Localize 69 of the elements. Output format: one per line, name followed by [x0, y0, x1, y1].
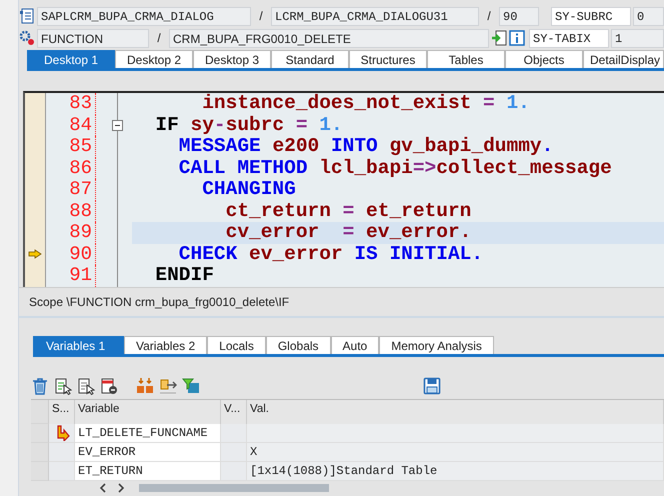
line-number: 86: [46, 158, 96, 179]
system-field-name: SY-TABIX: [529, 28, 609, 48]
tab[interactable]: Auto: [330, 336, 380, 354]
tab[interactable]: Desktop 3: [193, 50, 271, 68]
tab[interactable]: Structures: [349, 50, 427, 68]
tab[interactable]: DetailDisplay: [583, 50, 664, 68]
code-line: MESSAGE e200 INTO gv_bapi_dummy.: [178, 136, 554, 158]
scope-text: Scope \FUNCTION crm_bupa_frg0010_delete\IF: [29, 295, 290, 309]
line-number: 87: [46, 179, 96, 200]
code-line: CHECK ev_error IS INITIAL.: [178, 244, 484, 265]
event-field: CRM_BUPA_FRG0010_DELETE: [169, 28, 489, 48]
line-number: 88: [46, 200, 96, 222]
separator-text: /: [156, 31, 162, 45]
tab[interactable]: Desktop 2: [115, 50, 193, 68]
document-pointer-icon[interactable]: [77, 377, 95, 395]
event-type-field: FUNCTION: [37, 28, 149, 48]
code-line: instance_does_not_exist = 1.: [201, 93, 531, 114]
tab[interactable]: Globals: [266, 336, 331, 354]
line-number: 90: [46, 244, 96, 265]
code-line: IF sy-subrc = 1.: [154, 114, 344, 136]
table-header: [31, 400, 49, 424]
code-line: CHANGING: [201, 179, 297, 200]
column-header[interactable]: Val.: [247, 400, 664, 424]
document-pointer-icon[interactable]: [54, 377, 72, 395]
line-number: 84: [46, 114, 96, 136]
list-icon[interactable]: [19, 8, 35, 24]
system-field-name: SY-SUBRC: [551, 6, 631, 26]
table-cell: [221, 424, 247, 443]
tab[interactable]: Locals: [207, 336, 266, 354]
separator-text: /: [258, 9, 264, 23]
column-header[interactable]: Variable: [75, 400, 221, 424]
scroll-thumb[interactable]: [139, 484, 329, 492]
line-number: 83: [46, 93, 96, 114]
line-number: 89: [46, 222, 96, 244]
table-cell: [221, 462, 247, 481]
grid-arrows-icon[interactable]: [136, 377, 154, 395]
trash-icon[interactable]: [31, 377, 49, 395]
include-field: LCRM_BUPA_CRMA_DIALOGU31: [271, 6, 479, 26]
line-number: 85: [46, 136, 96, 158]
table-cell: [1x14(1088)]Standard Table: [247, 462, 664, 481]
tab[interactable]: Desktop 1: [27, 50, 115, 68]
collapse-icon[interactable]: [112, 120, 122, 131]
tab[interactable]: Memory Analysis: [379, 336, 494, 354]
table-cell: [221, 443, 247, 462]
code-line: CALL METHOD lcl_bapi=>collect_message: [178, 158, 613, 179]
filter-icon[interactable]: [182, 377, 200, 395]
gear-icon[interactable]: [19, 30, 35, 46]
tab[interactable]: Variables 1: [33, 336, 124, 354]
column-header[interactable]: V...: [221, 400, 247, 424]
save-icon[interactable]: [423, 377, 441, 395]
system-field-value: 0: [633, 6, 664, 26]
tab[interactable]: Objects: [505, 50, 583, 68]
system-field-value: 1: [611, 28, 664, 48]
tab[interactable]: Tables: [427, 50, 505, 68]
program-field: SAPLCRM_BUPA_CRMA_DIALOG: [37, 6, 251, 26]
table-cell: ET_RETURN: [75, 462, 221, 481]
code-line: ct_return = et_return: [224, 200, 472, 222]
document-arrow-icon[interactable]: [491, 30, 507, 46]
separator-text: /: [486, 9, 492, 23]
document-minus-icon[interactable]: [100, 377, 118, 395]
tab[interactable]: Variables 2: [124, 336, 208, 354]
code-editor[interactable]: [23, 91, 664, 287]
table-cell: EV_ERROR: [75, 443, 221, 462]
code-line: ENDIF: [154, 265, 215, 286]
tab[interactable]: Standard: [271, 50, 349, 68]
table-cell: X: [247, 443, 664, 462]
info-icon[interactable]: [509, 30, 525, 46]
line-field: 90: [499, 6, 539, 26]
table-cell: LT_DELETE_FUNCNAME: [75, 424, 221, 443]
